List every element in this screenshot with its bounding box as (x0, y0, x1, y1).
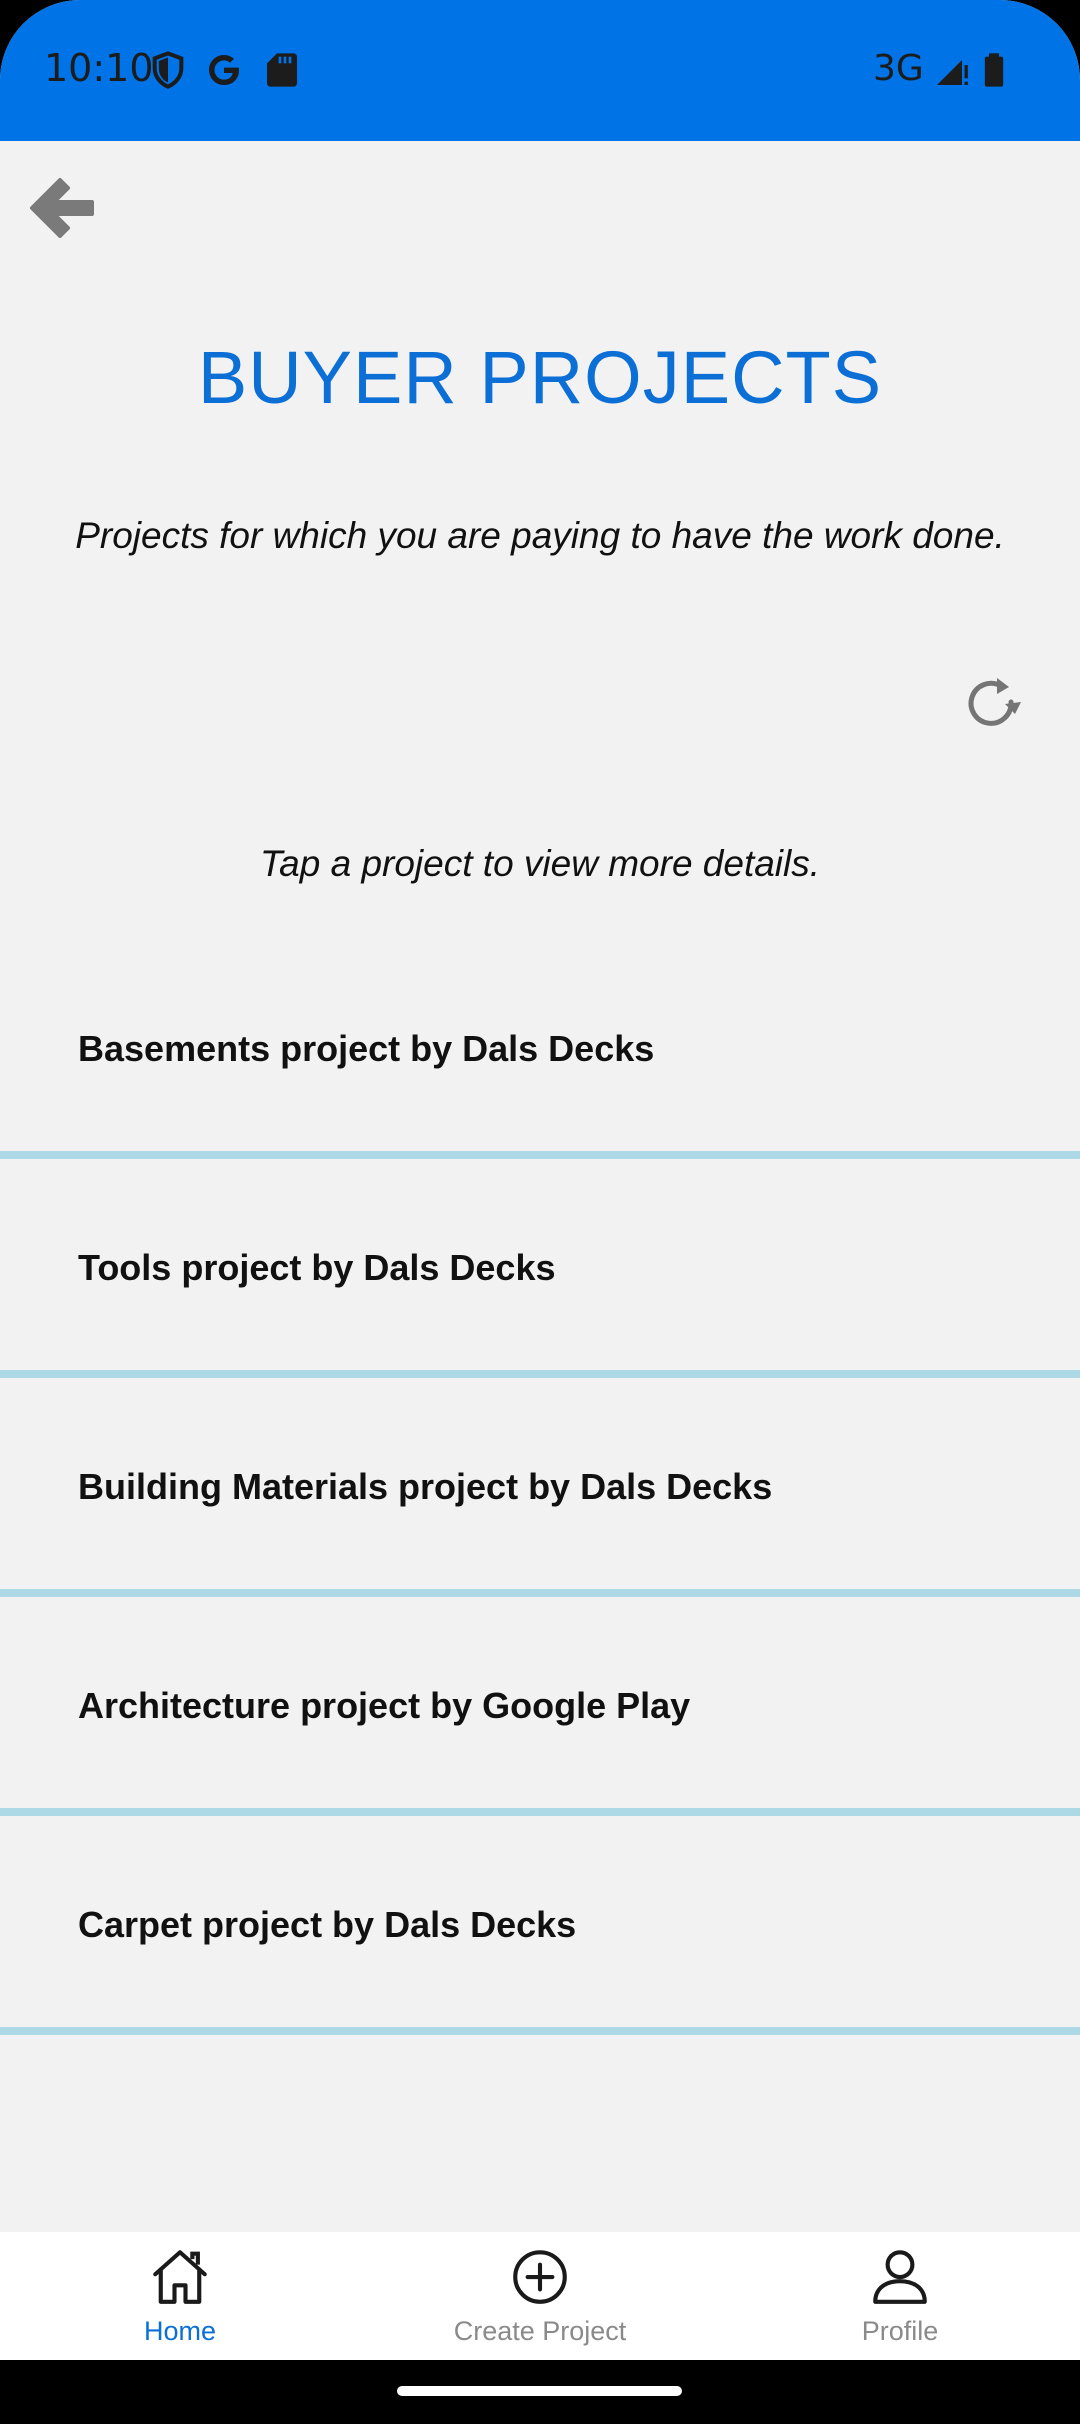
google-icon (209, 55, 239, 85)
refresh-button[interactable] (961, 672, 1025, 736)
project-label: Architecture project by Google Play (78, 1685, 691, 1726)
network-type: 3G (873, 48, 924, 89)
project-row[interactable]: Tools project by Dals Decks (0, 1159, 1080, 1378)
back-button[interactable] (22, 170, 102, 250)
arrow-left-icon (30, 178, 94, 238)
app-window: 10:10 3G BUYER PROJECTS Projects for whi… (0, 0, 1080, 2360)
hint-text: Tap a project to view more details. (259, 843, 821, 884)
screen: 10:10 3G BUYER PROJECTS Projects for whi… (0, 0, 1080, 2424)
project-row[interactable]: Architecture project by Google Play (0, 1597, 1080, 1816)
person-icon (873, 2250, 927, 2304)
page-subtitle: Projects for which you are paying to hav… (75, 515, 1005, 556)
project-list: Basements project by Dals Decks Tools pr… (0, 940, 1080, 2035)
project-row[interactable]: Carpet project by Dals Decks (0, 1816, 1080, 2035)
project-label: Basements project by Dals Decks (78, 1028, 655, 1069)
nav-profile-label: Profile (861, 2316, 939, 2346)
nav-create-project[interactable]: Create Project (420, 2232, 660, 2360)
sd-card-icon (267, 53, 297, 87)
refresh-icon (968, 678, 1021, 726)
nav-home-label: Home (143, 2316, 217, 2346)
nav-home[interactable]: Home (60, 2232, 300, 2360)
shield-icon (152, 51, 184, 89)
battery-icon (984, 53, 1004, 87)
project-row[interactable]: Basements project by Dals Decks (0, 940, 1080, 1159)
project-row[interactable]: Building Materials project by Dals Decks (0, 1378, 1080, 1597)
status-bar: 10:10 3G (0, 0, 1080, 141)
signal-icon (937, 60, 968, 85)
project-label: Tools project by Dals Decks (78, 1247, 556, 1288)
nav-profile[interactable]: Profile (780, 2232, 1020, 2360)
page-title: BUYER PROJECTS (197, 336, 883, 419)
nav-create-project-label: Create Project (453, 2316, 627, 2346)
status-time: 10:10 (44, 46, 154, 90)
project-label: Building Materials project by Dals Decks (78, 1466, 773, 1507)
bottom-nav: Home Create Project Profile (0, 2232, 1080, 2360)
home-icon (153, 2250, 207, 2304)
plus-circle-icon (513, 2250, 567, 2304)
home-indicator[interactable] (397, 2386, 682, 2396)
project-label: Carpet project by Dals Decks (78, 1904, 577, 1945)
